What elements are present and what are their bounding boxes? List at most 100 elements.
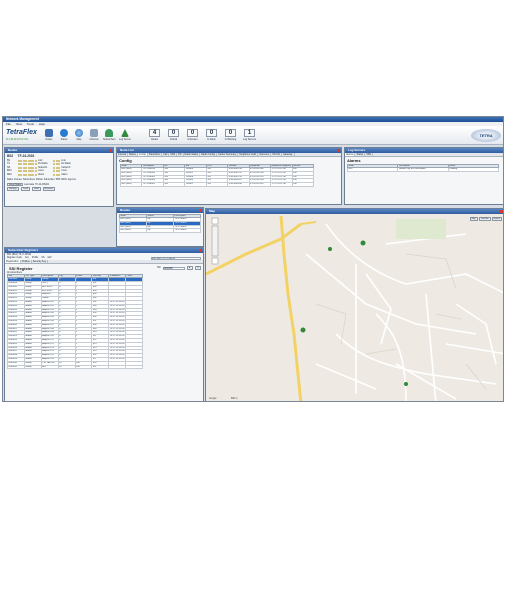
map-title: Map [209,209,215,213]
nodes-panel: Nodes BS2 TF-24-2002 BS Link Link TS Rx Radi… [4,147,114,207]
status-indicator-icon [53,163,56,166]
status-dots [18,159,37,163]
ssi-cell: ALL [40,364,59,370]
log-servers-tab[interactable]: Status [355,153,366,156]
close-icon[interactable] [337,149,340,152]
search-icon[interactable]: ▲ [186,266,193,270]
node-list-tab[interactable]: Radio Config [200,153,218,156]
ssi-cell: 10.17.19.28.18 [108,330,127,336]
node-list-tab[interactable]: SDS [169,153,178,156]
status-indicator-icon [34,163,37,166]
node-list-title: Node List [120,148,134,152]
show-nodes-button[interactable]: Show Nodes [7,182,24,187]
counter-nodes[interactable]: 4 Nodes [147,129,162,144]
node-list-tab[interactable]: Subscriber [147,153,163,156]
register-node-select[interactable]: BS1 (BS1) TF-Yr-MS16 [151,256,201,260]
counter-alarm[interactable]: 0 In Alarm [204,129,219,144]
node-list-cell: 1.72.2.6.21.08 [270,182,293,187]
status-label: TS [7,163,10,166]
ssi-cell: 921 [91,364,110,370]
zoom-out-icon [211,257,219,265]
ssi-cell: 10.17.19.28.18 [108,326,127,332]
toolbar-map-button[interactable]: Map [73,129,85,144]
node-list-tab[interactable]: Config [137,153,148,156]
toolbar-subscribers-button[interactable]: Subscribers [103,129,116,144]
status-indicator-icon [57,166,60,169]
node-list-row[interactable]: BS1 (BS1) TF-Yr-MS02 100 104501 Yes N 56.096.… [119,182,314,187]
register-tab[interactable]: Registration [5,260,21,264]
register-tab[interactable]: Profiles [20,260,32,264]
status-dots [53,170,60,173]
status-indicator-icon [53,170,56,173]
log-servers-tab[interactable]: SDS [365,153,374,156]
status-dots [53,173,60,177]
counter-critical[interactable]: 0 Critical [166,129,181,144]
node-list-tab[interactable]: SS Info [271,153,283,156]
node-list-tab[interactable]: Carrier Summary [217,153,239,156]
ssi-cell: 10.17.19.28.18 [108,311,127,317]
node-section-label: Subscribers [22,178,35,181]
ssi-cell: 10.17.19.28.18 [108,337,127,343]
node-status-grid: BS Link Link TS Rx Radio Rx Radio NS Subscrib. S… [5,159,113,177]
ssi-search-input[interactable]: 0000808 [162,266,185,270]
local-button[interactable]: Local [20,187,31,191]
ssi-cell: 10.17.19.28.18 [108,318,127,324]
registers-panel: Subscriber Registers BS1 (BS1) TF-Yr-MS1… [4,247,204,401]
settings-button[interactable]: Settings [7,187,19,191]
hold-button[interactable]: Hold [32,187,41,191]
node-buttons: Settings Local Hold Remove [5,187,113,192]
register-tab[interactable]: Security Key [31,260,49,264]
routes-panel: Routes Node Status Description BS1 (BS1) Up T… [116,207,204,247]
close-icon[interactable] [199,249,202,252]
node-list-tab[interactable]: Internal [117,153,128,156]
tetraflex-logo: TetraFlex DAMMSDNNH [6,129,37,141]
map-view-satellite[interactable]: Satellite [478,217,491,221]
node-list-cell: 100 [291,182,314,187]
toolbar-nodes-button[interactable]: Nodes [43,129,55,144]
ssi-row[interactable]: 0000831 Group ALL 10 100 921 [7,364,143,370]
ssi-cell: 10.17.19.28.18 [108,345,127,351]
counter-unknown[interactable]: 0 Unknown [185,129,200,144]
status-indicator-icon [53,166,56,169]
status-label: Alarm [61,173,68,176]
log-servers-tab[interactable]: Alarms [345,153,356,156]
node-list-tab[interactable]: Neighbour Cells [238,153,259,156]
users-icon [105,129,113,137]
counter-warning[interactable]: 0 In Warning [223,129,238,144]
node-list-cell: E 9.53.35.047 [248,182,272,187]
map-attribution: Google [209,398,217,400]
toolbar-status-button[interactable]: Status [58,129,70,144]
close-icon[interactable] [199,209,202,212]
remove-button[interactable]: Remove [42,187,55,191]
toolbar-logserver-button[interactable]: Log Server [119,129,131,144]
map-panel: Map Map Satellite Hybrid Google 500 m [205,208,504,402]
log-servers-row[interactable]: BS1 Default Log Srv Description Pending [346,167,500,172]
status-indicator-icon [53,159,56,162]
status-indicator-icon [34,159,37,162]
counter-logservers[interactable]: 1 Log Servers [242,129,257,144]
status-indicator-icon [25,170,28,173]
node-list-panel: Node List Internal Status Config Subscriber… [116,147,342,205]
ssi-register-heading: SSI Register [9,265,33,271]
routes-row[interactable]: BS1 (BS1) Up TF-Yr-MS02 [119,228,201,234]
status-label: Link [38,159,43,162]
node-list-tab[interactable]: PD [177,153,184,156]
status-indicator-icon [25,163,28,166]
registers-title: Subscriber Registers [8,248,39,252]
node-list-tab[interactable]: Gateway [282,153,295,156]
close-icon[interactable] [500,210,503,213]
node-list-cell: TF-Yr-MS02 [141,182,164,187]
node-status-row: DEC Alarm Alarm [5,173,113,177]
arrow-down-icon[interactable]: ▼ [194,266,201,270]
node-list-tab[interactable]: Radio Status [183,153,201,156]
map-canvas[interactable] [206,214,504,402]
close-icon[interactable] [109,149,112,152]
node-list-tab[interactable]: Status [127,153,138,156]
map-view-hybrid[interactable]: Hybrid [491,217,502,221]
node-list-tab[interactable]: Interconn [258,153,272,156]
log-servers-heading: Alarms [347,158,361,163]
map-view-map[interactable]: Map [469,217,478,221]
toolbar-notecat-button[interactable]: NoteCat [88,129,100,144]
base-station-marker-1 [328,247,332,251]
base-station-marker-3 [300,327,306,333]
